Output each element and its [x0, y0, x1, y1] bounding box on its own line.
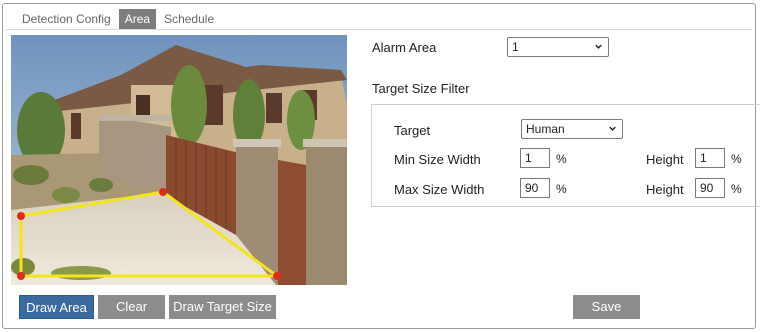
tab-bar: Detection Config Area Schedule — [16, 9, 222, 29]
draw-target-size-button[interactable]: Draw Target Size — [169, 295, 276, 319]
chevron-down-icon — [595, 44, 602, 49]
max-height-unit: % — [731, 182, 742, 196]
max-width-unit: % — [556, 182, 567, 196]
min-height-input[interactable]: 1 — [695, 148, 725, 168]
max-width-input[interactable]: 90 — [520, 178, 550, 198]
tab-schedule[interactable]: Schedule — [158, 9, 220, 29]
camera-preview[interactable] — [11, 35, 347, 285]
draw-area-button[interactable]: Draw Area — [19, 295, 94, 319]
tab-divider — [6, 29, 752, 30]
target-label: Target — [394, 123, 431, 138]
tab-detection-config[interactable]: Detection Config — [16, 9, 117, 29]
max-height-input[interactable]: 90 — [695, 178, 725, 198]
max-size-width-label: Max Size Width — [394, 182, 485, 197]
camera-scene — [11, 35, 347, 285]
alarm-area-select[interactable]: 1 — [507, 37, 609, 57]
clear-button[interactable]: Clear — [98, 295, 165, 319]
target-value: Human — [526, 122, 565, 136]
min-size-width-label: Min Size Width — [394, 152, 481, 167]
tab-area[interactable]: Area — [118, 9, 157, 29]
chevron-down-icon — [609, 126, 616, 131]
min-width-unit: % — [556, 152, 567, 166]
min-width-input[interactable]: 1 — [520, 148, 550, 168]
min-height-unit: % — [731, 152, 742, 166]
max-height-label: Height — [646, 182, 684, 197]
alarm-area-label: Alarm Area — [372, 40, 437, 55]
min-height-label: Height — [646, 152, 684, 167]
target-size-filter-title: Target Size Filter — [372, 81, 470, 96]
target-select[interactable]: Human — [521, 119, 623, 139]
alarm-area-value: 1 — [512, 40, 519, 54]
save-button[interactable]: Save — [573, 295, 640, 319]
